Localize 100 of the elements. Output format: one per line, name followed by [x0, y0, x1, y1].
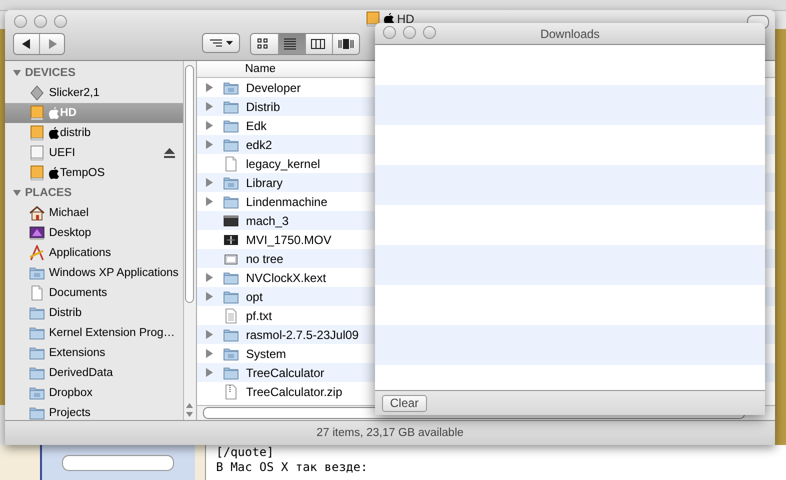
desktop-icon — [29, 225, 45, 241]
folder-icon — [29, 345, 45, 361]
sidebar-item[interactable]: UEFI — [5, 143, 183, 163]
badged-folder-icon — [29, 265, 45, 281]
folder-icon — [223, 194, 239, 210]
folder-icon — [223, 364, 239, 380]
folder-icon — [223, 326, 239, 342]
columns-icon — [311, 38, 327, 50]
folder-icon — [223, 118, 239, 134]
file-row[interactable]: Edk — [197, 116, 374, 135]
badged-folder-icon — [223, 174, 239, 190]
folder-icon — [223, 98, 239, 114]
badged-folder-icon — [29, 385, 45, 401]
sidebar-item[interactable]: Dropbox — [5, 383, 183, 403]
scroll-bar[interactable] — [62, 455, 174, 471]
disclosure-triangle-icon[interactable] — [13, 69, 21, 77]
disclosure-triangle-icon[interactable] — [13, 189, 21, 197]
file-row[interactable]: legacy_kernel — [197, 154, 374, 173]
cover-flow-icon — [338, 38, 354, 50]
drive-icon — [365, 11, 381, 27]
disclosure-triangle-icon[interactable] — [205, 292, 213, 301]
column-header[interactable]: Name — [245, 63, 276, 75]
post-text-line: [/quote] — [216, 445, 275, 460]
file-row[interactable]: NVClockX.kext — [197, 268, 374, 287]
drive-icon — [29, 105, 45, 121]
document-icon — [223, 156, 239, 172]
sidebar-item[interactable]: Michael — [5, 203, 183, 223]
disclosure-triangle-icon[interactable] — [205, 178, 213, 187]
sidebar-section-title: PLACES — [25, 187, 72, 199]
network-icon — [29, 85, 45, 101]
post-text-line: В Mac OS X так везде: — [216, 460, 369, 475]
right-arrow-icon — [48, 39, 56, 49]
drive-icon — [29, 145, 45, 161]
disclosure-triangle-icon[interactable] — [205, 140, 213, 149]
folder-icon — [29, 365, 45, 381]
scroll-up-icon[interactable] — [185, 402, 194, 409]
file-row[interactable]: Lindenmachine — [197, 192, 374, 211]
folder-icon — [223, 136, 239, 152]
disclosure-triangle-icon[interactable] — [205, 368, 213, 377]
status-text: 27 items, 23,17 GB available — [316, 427, 464, 439]
drive-icon — [29, 125, 45, 141]
window-control-button[interactable] — [34, 15, 47, 28]
window-control-button[interactable] — [54, 15, 67, 28]
drive-icon — [29, 165, 45, 181]
window-control-button[interactable] — [383, 26, 396, 39]
view-mode-button[interactable] — [251, 34, 278, 54]
view-mode-button[interactable] — [305, 34, 332, 54]
house-icon — [29, 205, 45, 221]
sidebar-item[interactable]: Distrib — [5, 303, 183, 323]
terminal-icon — [223, 212, 239, 228]
zip-file-icon — [223, 384, 239, 400]
folder-icon — [223, 270, 239, 286]
disclosure-triangle-icon[interactable] — [205, 83, 213, 92]
file-row[interactable]: pf.txt — [197, 306, 374, 325]
pencil-ruler-icon — [29, 245, 45, 261]
sidebar-item[interactable]: Kernel Extension Prog… — [5, 323, 183, 343]
disclosure-triangle-icon[interactable] — [205, 349, 213, 358]
file-row[interactable]: System — [197, 344, 374, 363]
disclosure-triangle-icon[interactable] — [205, 330, 213, 339]
folder-icon — [223, 288, 239, 304]
view-mode-switch[interactable] — [250, 33, 360, 55]
window-control-button[interactable] — [14, 15, 27, 28]
scroll-down-icon[interactable] — [185, 411, 194, 418]
sidebar-item[interactable]: Documents — [5, 283, 183, 303]
sidebar-section-title: DEVICES — [25, 67, 76, 79]
window-title: HD — [397, 12, 414, 26]
disclosure-triangle-icon[interactable] — [205, 121, 213, 130]
badged-folder-icon — [223, 346, 239, 362]
view-mode-button[interactable] — [278, 34, 305, 54]
folder-icon — [29, 405, 45, 420]
arrange-caret-icon — [208, 38, 234, 48]
sidebar-item[interactable]: Desktop — [5, 223, 183, 243]
sidebar-item[interactable]: Extensions — [5, 343, 183, 363]
window-control-button[interactable] — [423, 26, 436, 39]
badged-folder-icon — [223, 80, 239, 96]
sidebar-item[interactable]: Projects — [5, 403, 183, 420]
file-row[interactable]: TreeCalculator.zip — [197, 382, 374, 401]
disclosure-triangle-icon[interactable] — [205, 197, 213, 206]
disclosure-triangle-icon[interactable] — [205, 273, 213, 282]
window-title: Downloads — [540, 26, 600, 40]
sidebar-item[interactable]: Windows XP Applications — [5, 263, 183, 283]
arrange-button[interactable] — [202, 33, 240, 53]
view-mode-button[interactable] — [332, 34, 359, 54]
folder-icon — [29, 325, 45, 341]
sidebar-item[interactable]: Slicker2,1 — [5, 83, 183, 103]
document-icon — [29, 285, 45, 301]
folder-icon — [29, 305, 45, 321]
left-arrow-icon — [22, 39, 31, 49]
window-control-button[interactable] — [403, 26, 416, 39]
sidebar-item[interactable]: DerivedData — [5, 363, 183, 383]
eject-icon[interactable] — [164, 148, 175, 158]
clear-button[interactable]: Clear — [382, 394, 427, 412]
file-row[interactable]: MVI_1750.MOV — [197, 230, 374, 249]
sidebar-item[interactable]: distrib — [5, 123, 183, 143]
sidebar-item[interactable]: TempOS — [5, 163, 183, 183]
scroll-thumb[interactable] — [185, 65, 194, 303]
file-row[interactable]: Developer — [197, 78, 374, 97]
disclosure-triangle-icon[interactable] — [205, 102, 213, 111]
text-file-icon — [223, 308, 239, 324]
sidebar-item[interactable]: Applications — [5, 243, 183, 263]
